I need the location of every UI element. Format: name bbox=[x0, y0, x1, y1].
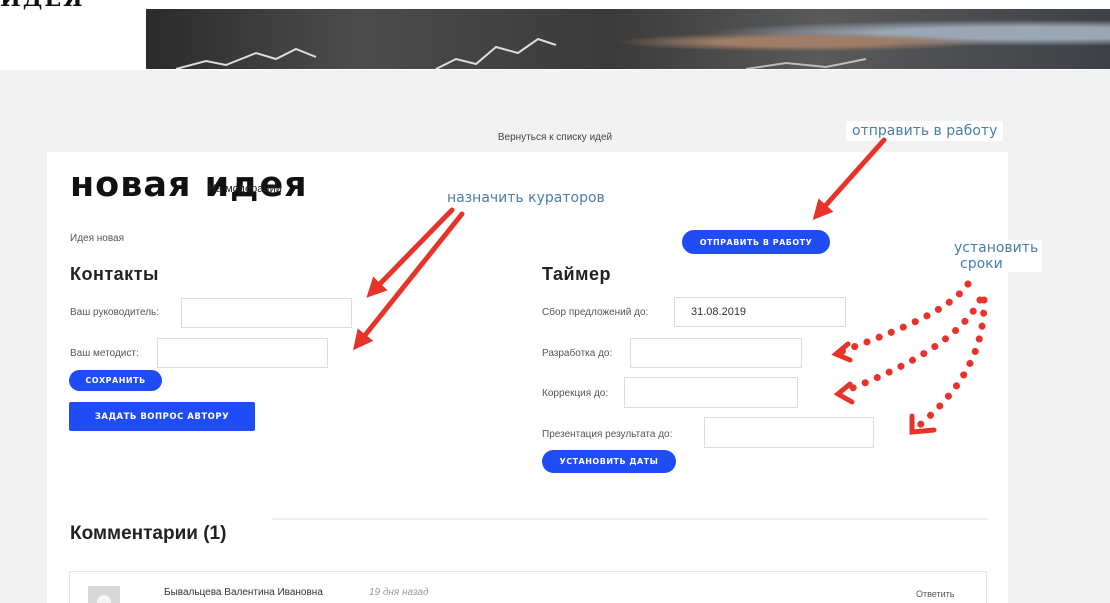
annotation-send-to-work: отправить в работу bbox=[846, 121, 1004, 141]
annotation-set-deadlines: установить сроки bbox=[950, 240, 1043, 272]
development-deadline-input[interactable] bbox=[630, 338, 802, 368]
idea-description: Идея новая bbox=[70, 233, 125, 244]
ask-author-button[interactable]: ЗАДАТЬ ВОПРОС АВТОРУ bbox=[69, 402, 255, 431]
methodist-input[interactable] bbox=[157, 338, 328, 368]
correction-deadline-input[interactable] bbox=[624, 377, 798, 408]
annotation-assign-curators: назначить кураторов bbox=[441, 188, 611, 208]
development-deadline-label: Разработка до: bbox=[542, 348, 613, 359]
clipped-header-text: ИДЕЯ bbox=[0, 0, 85, 12]
idea-status-badge: На модерации bbox=[208, 183, 282, 195]
reply-link[interactable]: Ответить bbox=[916, 589, 954, 599]
annotation-set-deadlines-line2: сроки bbox=[960, 256, 1003, 272]
send-to-work-button[interactable]: ОТПРАВИТЬ В РАБОТУ bbox=[682, 230, 830, 254]
comments-heading: Комментарии (1) bbox=[70, 523, 227, 544]
manager-input[interactable] bbox=[181, 298, 352, 328]
proposals-deadline-input[interactable] bbox=[674, 297, 846, 327]
comments-divider bbox=[272, 518, 988, 520]
comment-author: Бывальцева Валентина Ивановна bbox=[164, 587, 323, 598]
save-contacts-button[interactable]: СОХРАНИТЬ bbox=[69, 370, 162, 391]
proposals-deadline-label: Сбор предложений до: bbox=[542, 307, 649, 318]
timer-heading: Таймер bbox=[542, 264, 611, 284]
set-dates-button[interactable]: УСТАНОВИТЬ ДАТЫ bbox=[542, 450, 676, 473]
manager-label: Ваш руководитель: bbox=[70, 307, 160, 318]
annotation-set-deadlines-line1: установить bbox=[954, 240, 1039, 256]
hero-banner-image bbox=[146, 9, 1110, 69]
correction-deadline-label: Коррекция до: bbox=[542, 388, 609, 399]
avatar bbox=[88, 586, 120, 603]
comment-timestamp: 19 дня назад bbox=[369, 587, 429, 598]
banner-chart-lines-icon bbox=[175, 37, 867, 69]
presentation-deadline-input[interactable] bbox=[704, 417, 874, 448]
contacts-heading: Контакты bbox=[70, 264, 159, 284]
presentation-deadline-label: Презентация результата до: bbox=[542, 429, 673, 440]
methodist-label: Ваш методист: bbox=[70, 348, 139, 359]
